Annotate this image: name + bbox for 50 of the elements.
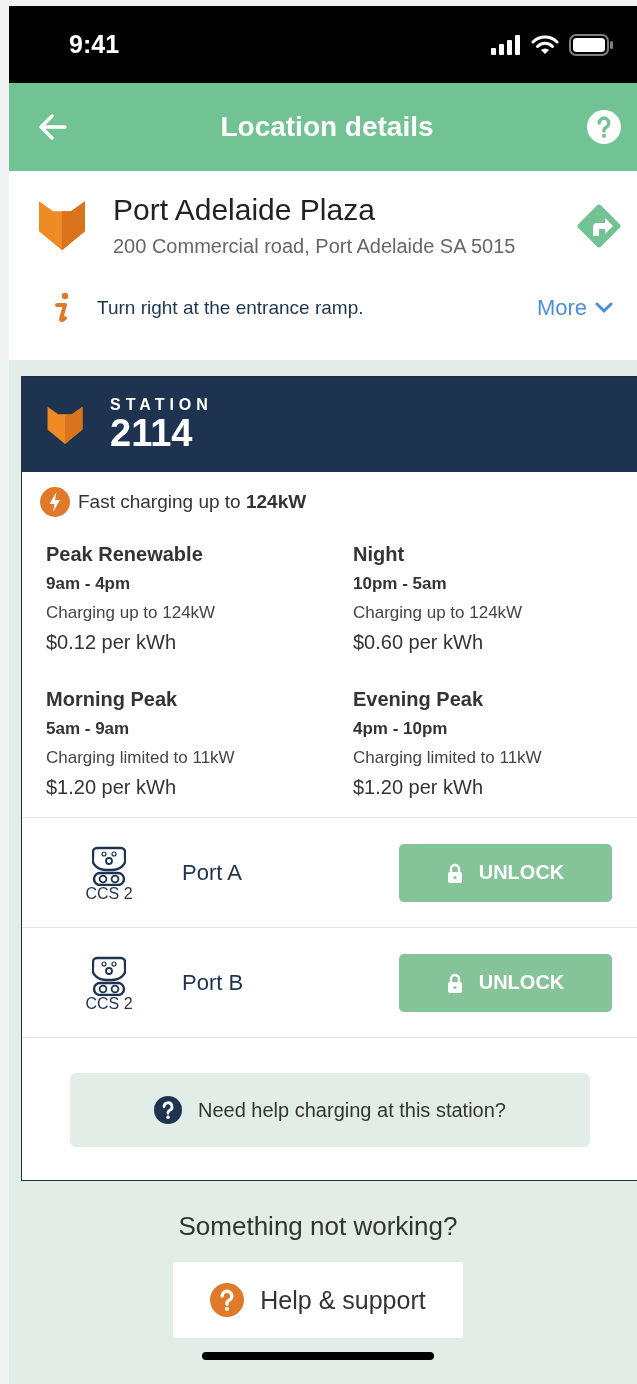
location-address: 200 Commercial road, Port Adelaide SA 5015 — [113, 235, 517, 258]
fox-logo-icon — [46, 404, 84, 445]
rate-limit: Charging limited to 11kW — [46, 748, 236, 768]
rate-name: Peak Renewable — [46, 543, 204, 566]
location-name: Port Adelaide Plaza — [113, 193, 376, 227]
chevron-down-icon — [595, 302, 613, 314]
clock-time: 9:41 — [69, 30, 120, 59]
lock-icon — [446, 862, 463, 883]
connector-type: CCS 2 — [85, 995, 133, 1012]
help-icon — [587, 110, 621, 144]
rate-name: Morning Peak — [46, 688, 179, 711]
help-button[interactable] — [587, 110, 621, 144]
charging-speed: Fast charging up to 124kW — [78, 491, 307, 513]
rate-limit: Charging up to 124kW — [46, 603, 217, 623]
rate-hours: 4pm - 10pm — [353, 719, 449, 739]
page-title: Location details — [220, 111, 434, 143]
rate-price: $1.20 per kWh — [353, 776, 485, 799]
battery-icon — [569, 33, 613, 56]
rate-hours: 5am - 9am — [46, 719, 131, 739]
lightning-icon — [40, 487, 70, 517]
help-icon — [210, 1283, 245, 1317]
rate-limit: Charging limited to 11kW — [353, 748, 543, 768]
signal-icon — [491, 34, 521, 55]
lock-icon — [446, 972, 463, 993]
connector-type: CCS 2 — [85, 885, 133, 902]
back-arrow-icon — [39, 114, 67, 140]
rate-name: Evening Peak — [353, 688, 485, 711]
fox-logo-icon — [37, 199, 87, 252]
back-button[interactable] — [39, 114, 67, 140]
location-note: Turn right at the entrance ramp. — [97, 297, 365, 319]
unlock-button[interactable]: UNLOCK — [399, 953, 612, 1012]
rate-limit: Charging up to 124kW — [353, 603, 524, 623]
station-label: STATION — [110, 395, 213, 414]
info-icon — [53, 292, 71, 324]
more-link[interactable]: More — [536, 295, 627, 321]
rate-price: $1.20 per kWh — [46, 776, 178, 799]
rate-hours: 10pm - 5am — [353, 574, 448, 594]
help-icon — [154, 1096, 182, 1124]
unlock-button[interactable]: UNLOCK — [399, 843, 612, 902]
rate-hours: 9am - 4pm — [46, 574, 132, 594]
station-help-button[interactable]: Need help charging at this station? — [70, 1073, 590, 1147]
support-prompt: Something not working? — [178, 1211, 458, 1242]
wifi-icon — [531, 34, 559, 55]
rate-price: $0.60 per kWh — [353, 631, 485, 654]
port-name: Port B — [182, 969, 245, 996]
port-name: Port A — [182, 859, 243, 886]
rate-name: Night — [353, 543, 406, 566]
rate-price: $0.12 per kWh — [46, 631, 178, 654]
help-support-button[interactable]: Help & support — [173, 1262, 463, 1338]
station-number: 2114 — [110, 413, 194, 454]
